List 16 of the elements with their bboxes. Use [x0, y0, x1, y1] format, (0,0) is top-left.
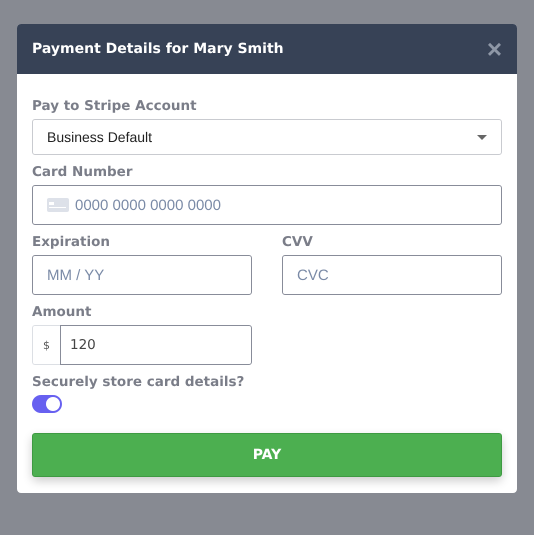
cvv-field[interactable]: CVC	[282, 255, 502, 295]
dialog-title: Payment Details for Mary Smith	[32, 41, 284, 57]
expiration-field[interactable]: MM / YY	[32, 255, 252, 295]
field-label: Pay to Stripe Account	[32, 98, 197, 114]
card-number-field[interactable]: 0000 0000 0000 0000	[32, 185, 502, 225]
field-label: Amount	[32, 304, 92, 320]
account-select[interactable]: Business Default	[32, 119, 502, 155]
field-label: Expiration	[32, 234, 110, 250]
field-label: CVV	[282, 234, 313, 250]
select-value: Business Default	[47, 129, 152, 145]
amount-field[interactable]: 120	[60, 325, 252, 365]
field-label: Card Number	[32, 164, 132, 180]
card-icon	[47, 198, 69, 212]
toggle-switch[interactable]	[32, 395, 62, 413]
caret-icon	[477, 134, 487, 140]
field-label: Securely store card details?	[32, 374, 244, 390]
